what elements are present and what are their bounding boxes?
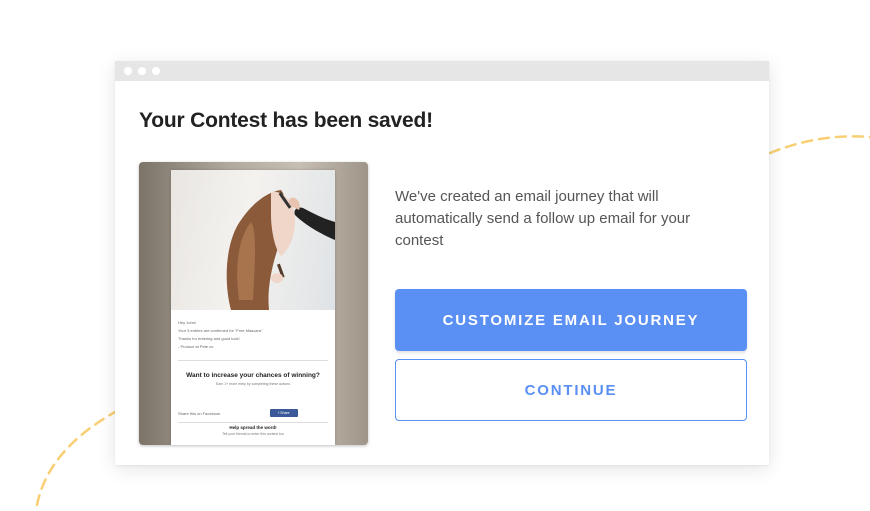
email-line-3: - Product at Pete co — [178, 344, 214, 349]
window-dot-2 — [138, 67, 146, 75]
modal-window: Your Contest has been saved! Hey John! Y… — [115, 61, 769, 465]
email-greeting: Hey John! — [178, 320, 197, 325]
email-line-2: Thanks for entering and good luck! — [178, 336, 240, 341]
window-titlebar — [115, 61, 769, 81]
email-divider-2 — [178, 422, 328, 423]
email-cta-sub: Earn 1+ more entry by completing these a… — [215, 382, 291, 386]
customize-email-journey-button[interactable]: CUSTOMIZE EMAIL JOURNEY — [395, 289, 747, 351]
email-preview: Hey John! Your 5 entries are confirmed f… — [171, 170, 335, 445]
email-line-1: Your 5 entries are confirmed for "Free M… — [178, 328, 263, 333]
email-divider — [178, 360, 328, 361]
email-cta-title: Want to increase your chances of winning… — [186, 372, 320, 379]
facebook-share-button: f Share — [270, 409, 298, 417]
email-hero-photo — [171, 170, 335, 310]
email-preview-image: Hey John! Your 5 entries are confirmed f… — [139, 162, 368, 445]
woman-makeup-illustration — [226, 190, 335, 310]
window-dot-1 — [124, 67, 132, 75]
page-title: Your Contest has been saved! — [139, 109, 433, 132]
journey-message: We've created an email journey that will… — [395, 188, 691, 249]
window-dot-3 — [152, 67, 160, 75]
email-share-label: Share this on Facebook — [178, 411, 221, 416]
email-spread-sub: Tell your friends to enter this contest … — [222, 432, 284, 436]
continue-button[interactable]: CONTINUE — [395, 359, 747, 421]
email-spread-title: Help spread the word! — [229, 425, 277, 430]
